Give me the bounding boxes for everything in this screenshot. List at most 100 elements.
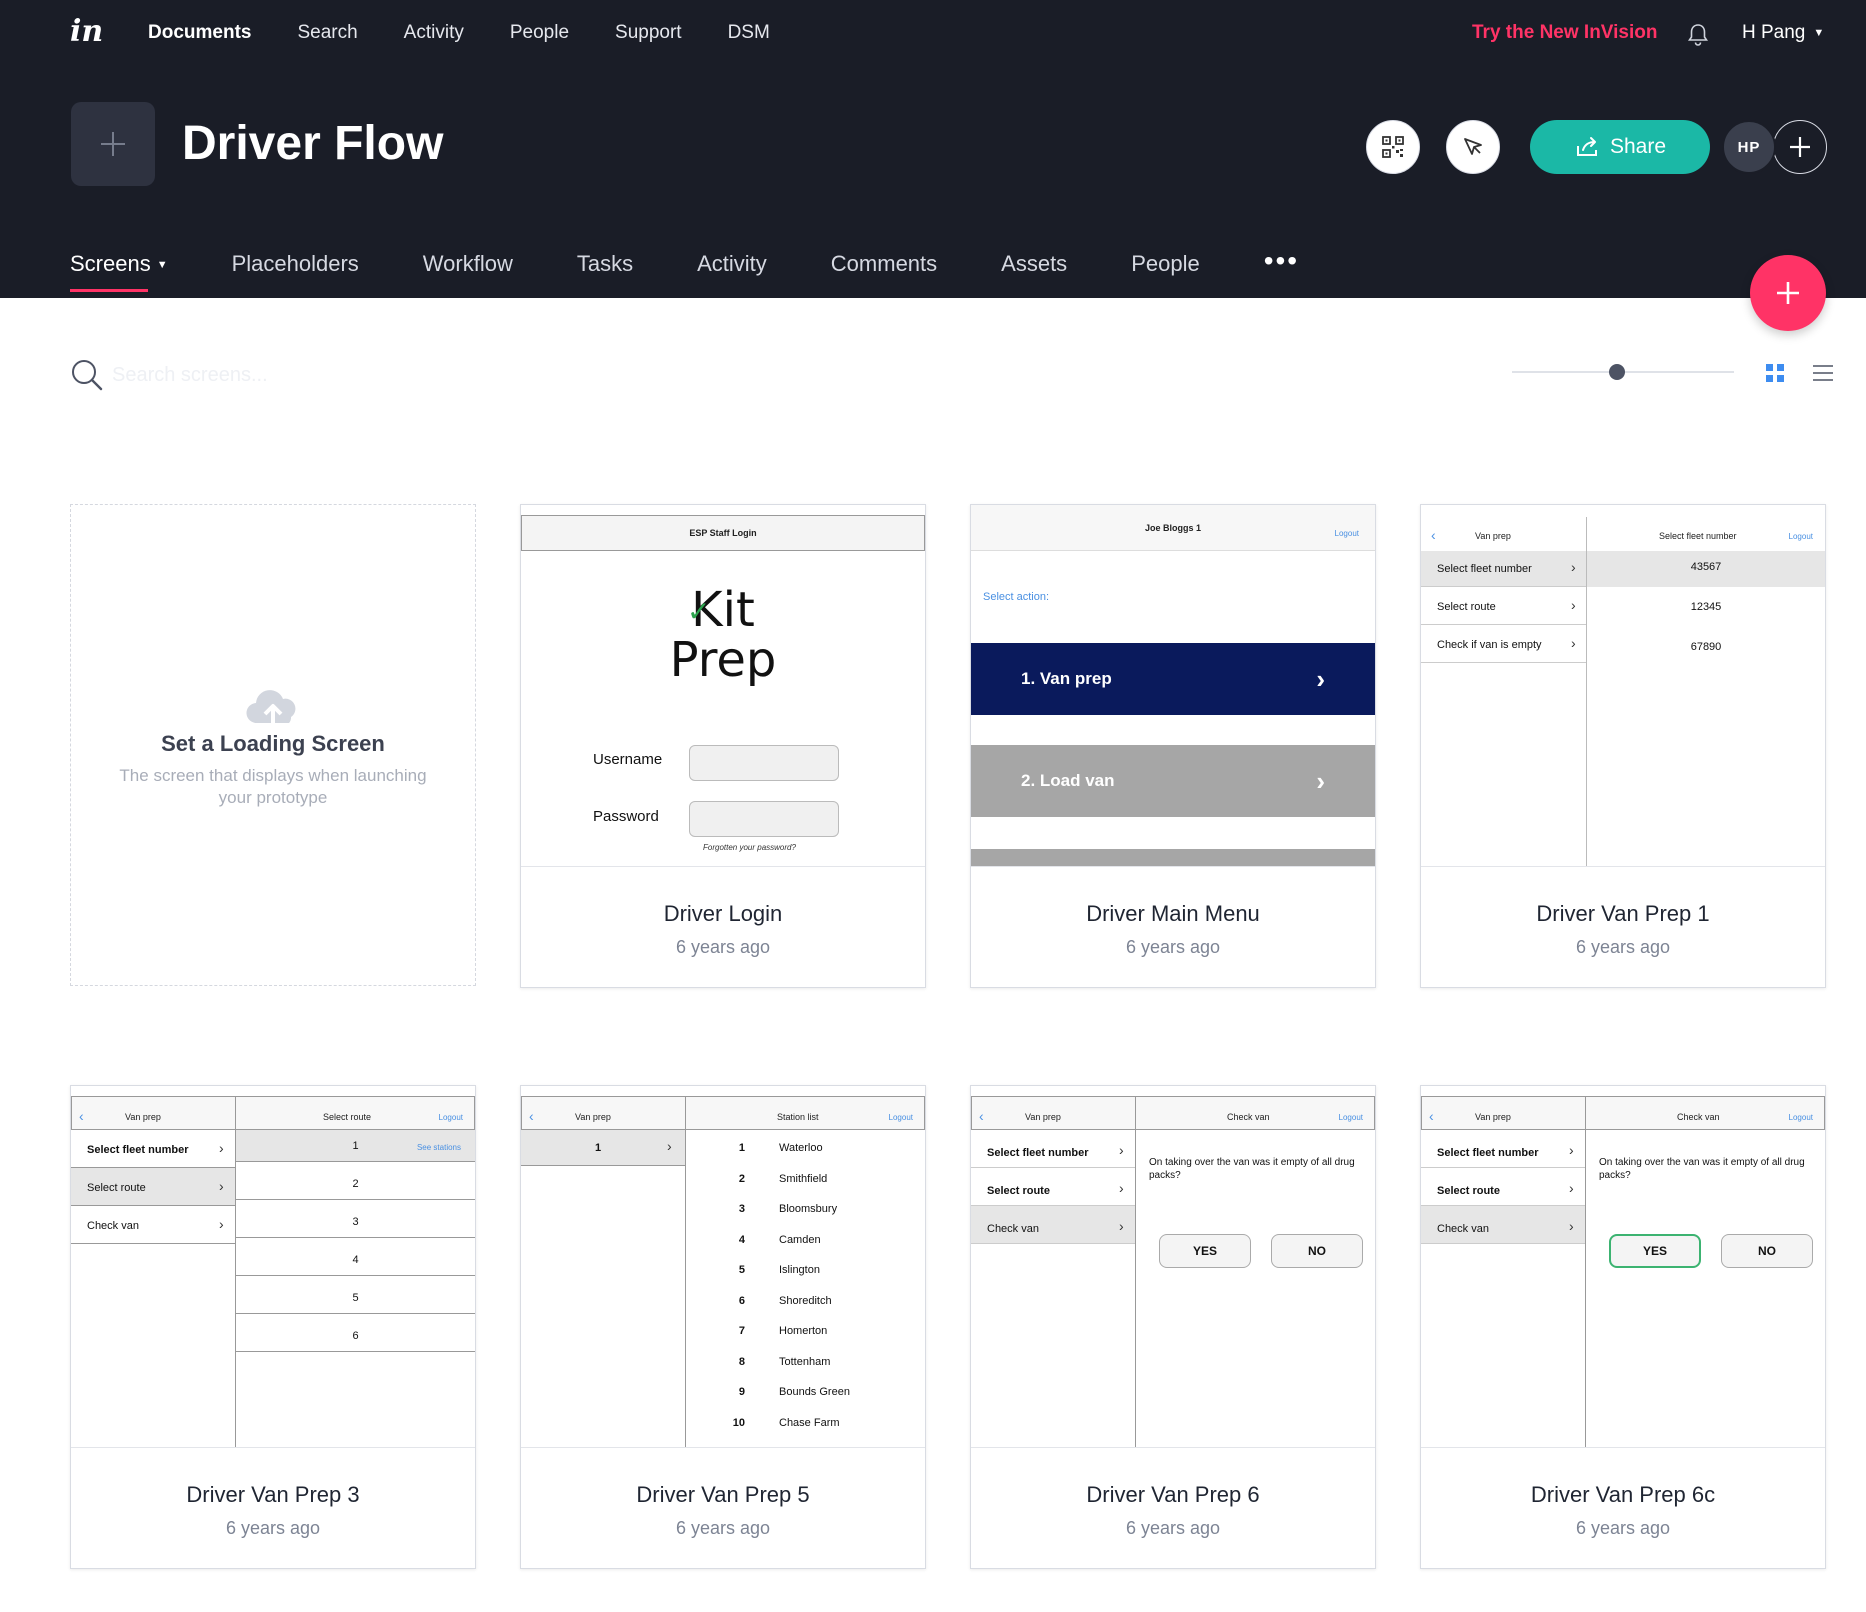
mock-logout-link: Logout [1334,529,1359,538]
route-number: 3 [352,1216,359,1228]
zoom-slider-thumb[interactable] [1609,364,1625,380]
list-view-icon[interactable] [1812,362,1834,384]
invision-logo[interactable]: in [70,14,103,49]
user-menu[interactable]: H Pang ▼ [1742,20,1824,46]
question-text: On taking over the van was it empty of a… [1599,1157,1805,1181]
screen-name[interactable]: Driver Main Menu [971,901,1375,927]
screen-thumbnail: ‹ Van prep Station list Logout 1 › 1 Wate… [521,1086,925,1448]
topnav-documents[interactable]: Documents [148,20,251,46]
screen-name[interactable]: Driver Van Prep 5 [521,1482,925,1508]
tab-assets[interactable]: Assets [1001,250,1067,292]
username-label: Username [593,751,663,768]
loading-screen-card[interactable]: Set a Loading Screen The screen that dis… [70,504,476,986]
more-icon[interactable]: ••• [1264,247,1299,292]
mock-right-title: Select route [323,1112,372,1122]
back-chevron-icon: ‹ [979,1108,984,1124]
search-icon [70,358,104,392]
screen-card-driver-login[interactable]: ESP Staff Login Kit ✓ Prep Username Passw… [520,504,926,988]
chevron-right-icon: › [1569,1218,1574,1234]
station-number: 2 [738,1172,745,1185]
chevron-right-icon: › [1119,1180,1124,1196]
screen-age: 6 years ago [225,1518,321,1538]
kit-prep-logo: Kit ✓ Prep [521,585,925,685]
split-divider [685,1096,686,1447]
station-number: 6 [738,1294,745,1307]
qr-code-button[interactable] [1366,120,1420,174]
left-row-label: Select fleet number [987,1147,1089,1159]
screen-card-driver-van-prep-3[interactable]: ‹ Van prep Select route Logout Select fl… [70,1085,476,1569]
chevron-right-icon: › [1571,559,1576,575]
add-collaborator-button[interactable] [1773,120,1827,174]
yes-mock-button-selected: YES [1609,1234,1701,1268]
tab-screens[interactable]: Screens ▼ [70,250,168,292]
share-button[interactable]: Share [1530,120,1710,174]
mock-right-title: Select fleet number [1659,531,1737,541]
topnav-people[interactable]: People [510,20,569,46]
zoom-slider[interactable] [1512,362,1734,382]
cloud-upload-icon [246,690,296,725]
station-name: Tottenham [779,1355,831,1368]
bell-icon[interactable] [1686,22,1710,48]
left-row-label: 1 [595,1142,602,1154]
screen-thumbnail: Joe Bloggs 1 Logout Select action: 1. Va… [971,505,1375,867]
station-number: 9 [738,1386,745,1398]
tab-people[interactable]: People [1131,250,1200,292]
fleet-number: 43567 [1690,561,1722,573]
screen-name[interactable]: Driver Van Prep 1 [1421,901,1825,927]
screen-age: 6 years ago [675,937,771,957]
station-number: 5 [738,1264,745,1276]
screen-card-driver-van-prep-6[interactable]: ‹ Van prep Check van Logout Select fleet… [970,1085,1376,1569]
avatar[interactable]: HP [1722,120,1776,174]
top-nav: Documents Search Activity People Support… [148,20,816,46]
search-input[interactable] [112,360,512,390]
add-screen-button[interactable] [1750,255,1826,331]
topnav-dsm[interactable]: DSM [728,20,770,46]
topnav-activity[interactable]: Activity [404,20,464,46]
mock-logout-link: Logout [1338,1113,1363,1122]
screen-name[interactable]: Driver Login [521,901,925,927]
load-van-label: 2. Load van [1021,771,1115,790]
project-tabs: Screens ▼ Placeholders Workflow Tasks Act… [70,247,1363,292]
station-name: Waterloo [779,1142,823,1154]
mock-left-title: Van prep [125,1112,161,1122]
station-name: Homerton [779,1325,828,1337]
tab-activity[interactable]: Activity [697,250,767,292]
screen-card-driver-main-menu[interactable]: Joe Bloggs 1 Logout Select action: 1. Va… [970,504,1376,988]
screen-card-driver-van-prep-6c[interactable]: ‹ Van prep Check van Logout Select fleet… [1420,1085,1826,1569]
project-title: Driver Flow [182,117,444,170]
tab-workflow[interactable]: Workflow [423,250,513,292]
screen-card-driver-van-prep-1[interactable]: ‹ Van prep Select fleet number Logout Se… [1420,504,1826,988]
password-field [689,801,839,837]
screen-name[interactable]: Driver Van Prep 6c [1421,1482,1825,1508]
try-new-invision-link[interactable]: Try the New InVision [1472,20,1657,46]
topnav-support[interactable]: Support [615,20,682,46]
route-number: 5 [352,1292,359,1304]
password-label: Password [593,808,659,825]
tab-comments[interactable]: Comments [831,250,937,292]
qr-code-icon [1382,136,1404,158]
inspect-button[interactable] [1446,120,1500,174]
question-text: On taking over the van was it empty of a… [1149,1157,1355,1181]
van-prep-menu-item: 1. Van prep › [971,643,1375,715]
station-number: 1 [738,1142,745,1154]
back-chevron-icon: ‹ [79,1108,84,1124]
station-name: Bloomsbury [779,1203,838,1215]
mock-logout-link: Logout [888,1113,913,1122]
chevron-right-icon: › [1569,1142,1574,1158]
station-number: 4 [738,1233,745,1246]
left-row-label: Select fleet number [1437,1147,1539,1159]
screen-thumbnail: ‹ Van prep Select fleet number Logout Se… [1421,505,1825,867]
grid-view-icon[interactable] [1764,362,1786,384]
topnav-search[interactable]: Search [297,20,357,46]
station-number: 7 [738,1325,745,1337]
mock-left-title: Van prep [575,1112,611,1122]
screen-name[interactable]: Driver Van Prep 3 [71,1482,475,1508]
tab-tasks[interactable]: Tasks [577,250,633,292]
mock-right-title: Station list [777,1112,819,1122]
back-chevron-icon: ‹ [1431,527,1436,543]
screen-name[interactable]: Driver Van Prep 6 [971,1482,1375,1508]
tab-placeholders[interactable]: Placeholders [232,250,359,292]
screen-card-driver-van-prep-5[interactable]: ‹ Van prep Station list Logout 1 › 1 Wate… [520,1085,926,1569]
mock-left-title: Van prep [1475,1112,1511,1122]
add-project-button[interactable] [71,102,155,186]
